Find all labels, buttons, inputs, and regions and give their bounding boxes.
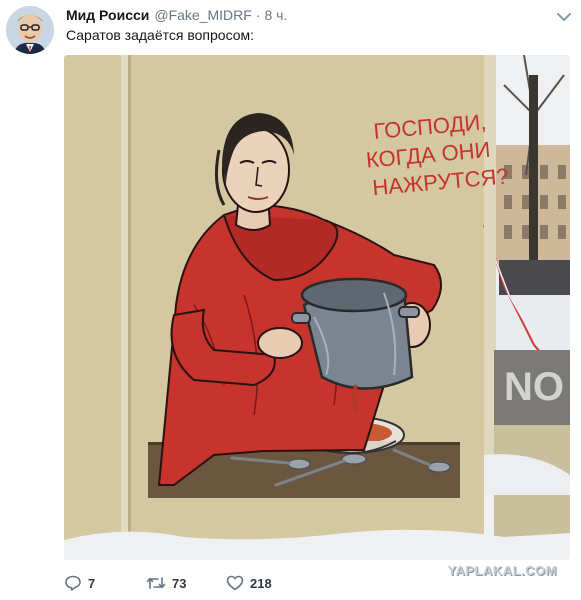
like-button[interactable]: 218	[226, 574, 306, 592]
avatar-image	[6, 6, 54, 54]
retweet-button[interactable]: 73	[146, 574, 226, 592]
separator-dot: ·	[255, 7, 261, 23]
retweet-icon	[146, 574, 166, 592]
reply-icon	[64, 574, 82, 592]
heart-icon	[226, 574, 244, 592]
display-name[interactable]: Мид Роисси	[66, 7, 149, 23]
tweet-actions: 7 73 218	[64, 572, 306, 594]
reply-count: 7	[88, 575, 96, 591]
avatar[interactable]	[6, 6, 54, 54]
svg-text:NO: NO	[504, 365, 564, 409]
chevron-down-icon[interactable]	[557, 9, 571, 21]
retweet-count: 73	[172, 575, 187, 591]
tweet-photo[interactable]: NO ГОСПОДИ, КОГДА ОНИ НАЖРУТСЯ?	[64, 55, 570, 560]
tweet-time[interactable]: 8 ч.	[265, 7, 288, 23]
like-count: 218	[250, 575, 272, 591]
reply-button[interactable]: 7	[64, 574, 146, 592]
tweet-text: Саратов задаётся вопросом:	[66, 27, 255, 43]
tweet-header: Мид Роисси @Fake_MIDRF · 8 ч.	[66, 6, 287, 24]
user-handle[interactable]: @Fake_MIDRF	[154, 7, 251, 23]
watermark: YAPLAKAL.COM	[447, 563, 557, 578]
